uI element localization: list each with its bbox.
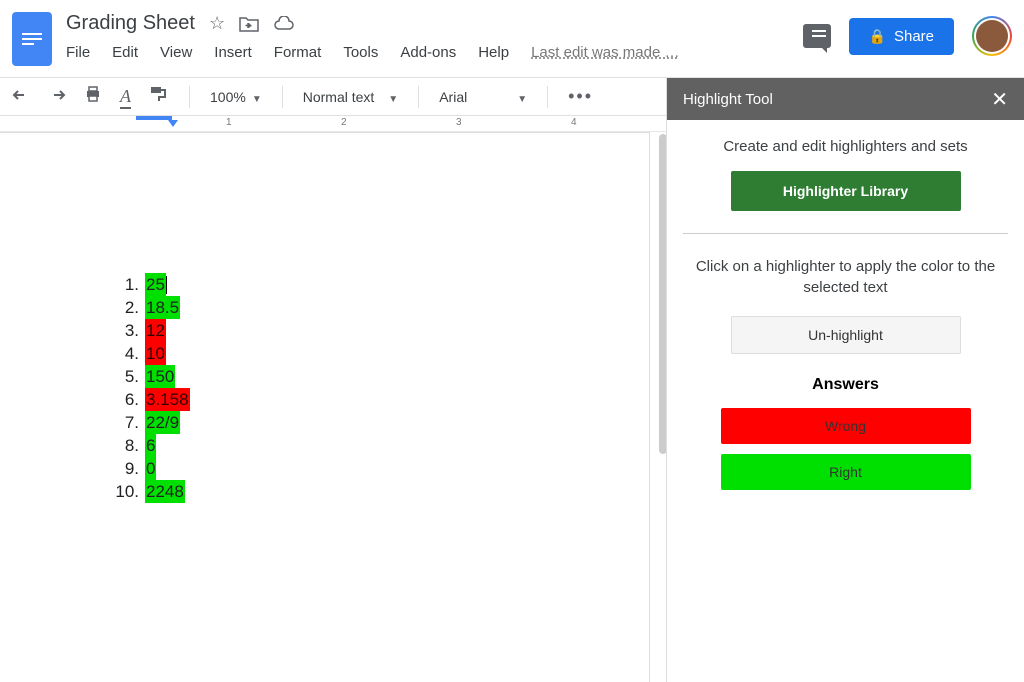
- list-item[interactable]: 7. 22/9: [109, 411, 649, 434]
- menu-edit[interactable]: Edit: [112, 44, 138, 61]
- list-number: 3.: [109, 319, 139, 342]
- document-area: 1 2 3 4 1.252.18.53.124.105.1506.3.1587.…: [0, 116, 666, 682]
- create-edit-text: Create and edit highlighters and sets: [683, 138, 1008, 155]
- menu-view[interactable]: View: [160, 44, 192, 61]
- redo-icon[interactable]: [48, 86, 66, 107]
- list-item[interactable]: 4.10: [109, 342, 649, 365]
- cloud-status-icon[interactable]: [273, 13, 295, 34]
- spellcheck-icon[interactable]: A: [120, 86, 131, 107]
- more-toolbar-icon[interactable]: •••: [568, 86, 593, 107]
- list-number: 6.: [109, 388, 139, 411]
- sidebar-header: Highlight Tool ✕: [667, 78, 1024, 120]
- last-edit-link[interactable]: Last edit was made …: [531, 44, 679, 61]
- highlighted-text[interactable]: 3.158: [145, 388, 190, 411]
- highlighted-text[interactable]: 6: [145, 434, 156, 457]
- share-label: Share: [894, 28, 934, 45]
- header-actions: 🔒 Share: [803, 16, 1012, 56]
- menu-help[interactable]: Help: [478, 44, 509, 61]
- highlighted-text[interactable]: 2248: [145, 480, 185, 503]
- list-number: 1.: [109, 273, 139, 296]
- undo-icon[interactable]: [12, 86, 30, 107]
- list-item[interactable]: 3.12: [109, 319, 649, 342]
- docs-logo-icon[interactable]: [12, 12, 52, 66]
- list-number: 9.: [109, 457, 139, 480]
- highlighted-text[interactable]: 150: [145, 365, 175, 388]
- list-number: 8.: [109, 434, 139, 457]
- highlight-sidebar: Highlight Tool ✕ Create and edit highlig…: [666, 78, 1024, 682]
- menu-insert[interactable]: Insert: [214, 44, 252, 61]
- highlighted-text[interactable]: 22/9: [145, 411, 180, 434]
- list-item[interactable]: 8.6: [109, 434, 649, 457]
- highlighted-text[interactable]: 12: [145, 319, 166, 342]
- page[interactable]: 1.252.18.53.124.105.1506.3.1587.22/98.69…: [0, 132, 650, 682]
- avatar[interactable]: [972, 16, 1012, 56]
- menu-tools[interactable]: Tools: [343, 44, 378, 61]
- list-item[interactable]: 9.0: [109, 457, 649, 480]
- list-number: 5.: [109, 365, 139, 388]
- app-header: Grading Sheet ☆ File Edit View Insert Fo…: [0, 0, 1024, 78]
- list-item[interactable]: 10. 2248: [109, 480, 649, 503]
- print-icon[interactable]: [84, 85, 102, 108]
- list-number: 2.: [109, 296, 139, 319]
- paint-format-icon[interactable]: [149, 85, 169, 108]
- comments-icon[interactable]: [803, 24, 831, 48]
- highlighted-text[interactable]: 18.5: [145, 296, 180, 319]
- unhighlight-button[interactable]: Un-highlight: [731, 316, 961, 354]
- menu-file[interactable]: File: [66, 44, 90, 61]
- title-area: Grading Sheet ☆ File Edit View Insert Fo…: [66, 8, 803, 61]
- highlighted-text[interactable]: 0: [145, 457, 156, 480]
- list-number: 4.: [109, 342, 139, 365]
- zoom-dropdown[interactable]: 100%▼: [210, 86, 262, 107]
- menu-addons[interactable]: Add-ons: [400, 44, 456, 61]
- right-highlighter-button[interactable]: Right: [721, 454, 971, 490]
- highlighted-text[interactable]: 10: [145, 342, 166, 365]
- wrong-highlighter-button[interactable]: Wrong: [721, 408, 971, 444]
- lock-icon: 🔒: [869, 28, 886, 45]
- instruction-text: Click on a highlighter to apply the colo…: [683, 256, 1008, 298]
- list-item[interactable]: 5. 150: [109, 365, 649, 388]
- text-cursor: [166, 276, 167, 294]
- list-item[interactable]: 2. 18.5: [109, 296, 649, 319]
- list-number: 10.: [109, 480, 139, 503]
- style-dropdown[interactable]: Normal text▼: [303, 86, 398, 107]
- answers-heading: Answers: [683, 376, 1008, 394]
- list-item[interactable]: 6. 3.158: [109, 388, 649, 411]
- move-folder-icon[interactable]: [239, 13, 259, 34]
- share-button[interactable]: 🔒 Share: [849, 18, 954, 55]
- list-number: 7.: [109, 411, 139, 434]
- ruler[interactable]: 1 2 3 4: [0, 116, 666, 132]
- menu-bar: File Edit View Insert Format Tools Add-o…: [66, 44, 803, 61]
- doc-title[interactable]: Grading Sheet: [66, 12, 195, 35]
- highlighted-text[interactable]: 25: [145, 273, 166, 296]
- font-dropdown[interactable]: Arial▼: [439, 86, 527, 107]
- list-item[interactable]: 1.25: [109, 273, 649, 296]
- menu-format[interactable]: Format: [274, 44, 322, 61]
- highlighter-library-button[interactable]: Highlighter Library: [731, 171, 961, 211]
- sidebar-title: Highlight Tool: [683, 91, 773, 108]
- star-icon[interactable]: ☆: [209, 13, 225, 34]
- close-icon[interactable]: ✕: [991, 87, 1008, 112]
